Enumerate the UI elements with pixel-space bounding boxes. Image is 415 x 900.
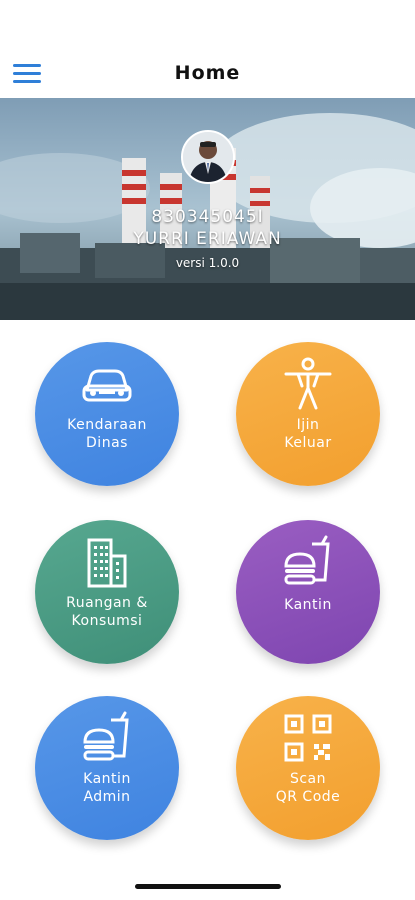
kantin-admin-button[interactable]: Kantin Admin — [35, 696, 179, 840]
page-title: Home — [174, 62, 241, 84]
building-icon — [87, 538, 127, 588]
qr-code-icon — [284, 714, 332, 762]
tile-label: Scan QR Code — [246, 770, 370, 806]
ruangan-konsumsi-button[interactable]: Ruangan & Konsumsi — [35, 520, 179, 664]
top-bar: Home — [0, 0, 415, 98]
profile-photo — [183, 132, 233, 182]
tile-label: Kendaraan Dinas — [45, 416, 169, 452]
scan-qr-code-button[interactable]: Scan QR Code — [236, 696, 380, 840]
tile-label-line1: Ruangan & — [66, 595, 148, 611]
tile-label-line2: Keluar — [284, 435, 332, 451]
car-icon — [82, 369, 132, 402]
tile-label-line2: Admin — [83, 789, 131, 805]
kendaraan-dinas-button[interactable]: Kendaraan Dinas — [35, 342, 179, 486]
person-icon — [284, 357, 332, 410]
avatar — [181, 130, 235, 184]
tile-label-line2: Konsumsi — [71, 613, 143, 629]
tile-label: Ruangan & Konsumsi — [45, 594, 169, 630]
tile-label-line2: Dinas — [86, 435, 128, 451]
tile-label: Kantin Admin — [45, 770, 169, 806]
tile-label-line1: Ijin — [296, 417, 320, 433]
tile-label-line1: Kantin — [284, 597, 332, 613]
app-version: versi 1.0.0 — [175, 256, 240, 270]
burger-drink-icon — [284, 535, 330, 585]
ijin-keluar-button[interactable]: Ijin Keluar — [236, 342, 380, 486]
home-indicator[interactable] — [135, 884, 281, 889]
employee-id: 830345045I — [151, 207, 264, 227]
tile-label-line1: Kendaraan — [67, 417, 147, 433]
burger-drink-icon — [83, 711, 129, 761]
tile-label-line2: QR Code — [275, 789, 341, 805]
tile-label-line1: Scan — [289, 771, 327, 787]
employee-name: YURRI ERIAWAN — [133, 229, 282, 249]
tile-label: Ijin Keluar — [246, 416, 370, 452]
tile-label: Kantin — [246, 596, 370, 614]
profile-banner: 830345045I YURRI ERIAWAN versi 1.0.0 — [0, 98, 415, 320]
tile-label-line1: Kantin — [83, 771, 131, 787]
kantin-button[interactable]: Kantin — [236, 520, 380, 664]
